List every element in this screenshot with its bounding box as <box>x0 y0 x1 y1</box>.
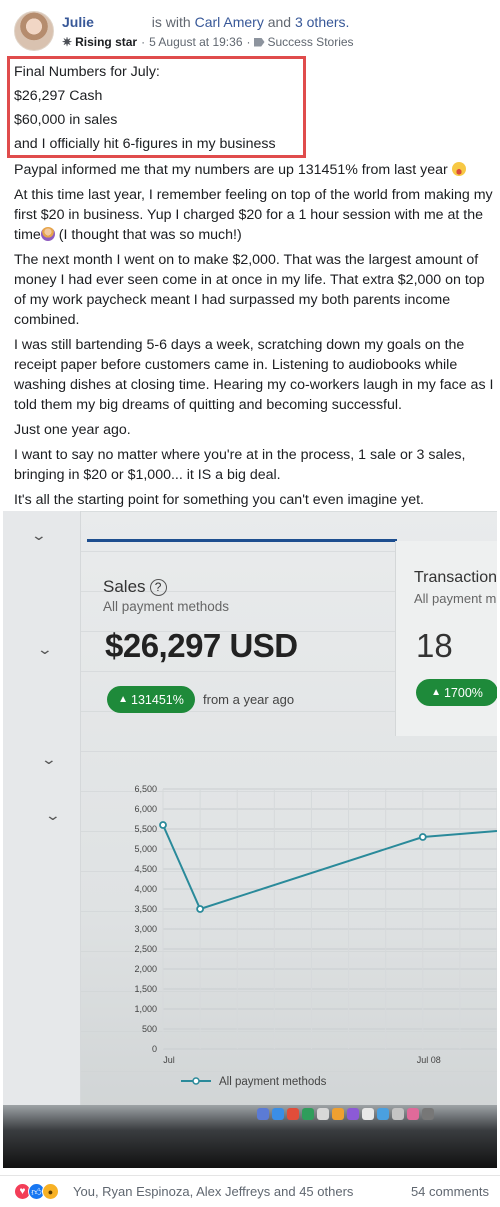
help-icon: ? <box>149 578 167 596</box>
sales-growth-value: 131451% <box>131 692 184 707</box>
star-burst-icon: ✷ <box>62 35 73 49</box>
tagged-person-link[interactable]: Carl Amery <box>195 14 264 30</box>
active-tab-rule <box>87 539 397 542</box>
post-line: $26,297 Cash <box>14 88 103 104</box>
y-tick-label: 3,500 <box>134 904 157 914</box>
chevron-down-icon: ⌄ <box>40 751 58 767</box>
y-tick-label: 6,500 <box>134 784 157 794</box>
paragraph-text: Paypal informed me that my numbers are u… <box>14 162 448 178</box>
dock-app-icon <box>287 1108 299 1120</box>
y-tick-label: 6,000 <box>134 804 157 814</box>
author-avatar[interactable] <box>14 11 54 51</box>
chevron-down-icon: ⌄ <box>44 807 62 823</box>
meta-separator: · <box>246 35 251 49</box>
data-point <box>418 833 427 841</box>
post-paragraph: I was still bartending 5-6 days a week, … <box>14 337 494 413</box>
rising-star-badge[interactable]: ✷ Rising star <box>62 35 137 49</box>
dock-app-icon <box>272 1108 284 1120</box>
post-line: Final Numbers for July: <box>14 64 160 80</box>
dock-app-icon <box>317 1108 329 1120</box>
legend-label: All payment methods <box>219 1076 327 1088</box>
y-tick-label: 5,000 <box>134 844 157 854</box>
sales-amount: $26,297 USD <box>105 627 298 664</box>
post-paragraph: It's all the starting point for somethin… <box>14 492 424 508</box>
with-text: is with <box>151 14 191 30</box>
reaction-icons[interactable]: ♥ 👍︎ ● <box>14 1183 59 1200</box>
badge-label: Rising star <box>75 35 138 49</box>
sales-growth-badge: ▲ 131451% <box>107 686 195 713</box>
post-paragraph: Just one year ago. <box>14 422 131 438</box>
post-paragraph: Paypal informed me that my numbers are u… <box>14 160 494 180</box>
chevron-down-icon: ⌄ <box>36 641 54 657</box>
transactions-growth-badge: ▲ 1700% <box>416 679 497 706</box>
y-tick-label: 1,000 <box>134 1004 157 1014</box>
tag-icon <box>253 37 265 47</box>
y-tick-label: 3,000 <box>134 924 157 934</box>
sales-subtitle: All payment methods <box>103 599 230 614</box>
sales-title: Sales ? <box>103 577 167 597</box>
dock-app-icon <box>392 1108 404 1120</box>
dock-app-icon <box>377 1108 389 1120</box>
person-emoji-icon <box>40 227 55 241</box>
dock-app-icon <box>257 1108 269 1120</box>
transactions-card: Transactions All payment m 18 ▲ 1700% <box>395 541 497 736</box>
author-name[interactable]: Julie <box>62 14 94 30</box>
sales-line-chart: 0 500 1,000 1,500 2,000 2,500 3,000 3,500 4,000 4… <box>134 784 497 1088</box>
post-paragraph: The next month I went on to make $2,000.… <box>14 252 485 328</box>
meta-separator: · <box>141 35 146 49</box>
others-link[interactable]: 3 others. <box>295 14 349 30</box>
transactions-subtitle: All payment m <box>414 591 497 606</box>
dock-app-icon <box>407 1108 419 1120</box>
chevron-down-icon: ⌄ <box>30 527 48 543</box>
up-arrow-icon: ▲ <box>431 687 441 698</box>
dock-app-icon <box>362 1108 374 1120</box>
dock-app-icon <box>332 1108 344 1120</box>
y-tick-label: 4,500 <box>134 864 157 874</box>
header-meta-line: ✷ Rising star · 5 August at 19:36 · Succ… <box>62 35 354 49</box>
transactions-growth-value: 1700% <box>443 685 483 700</box>
post-line: and I officially hit 6-figures in my bus… <box>14 136 276 152</box>
y-tick-label: 2,000 <box>134 964 157 974</box>
transactions-count: 18 <box>416 627 453 664</box>
screen-sidebar <box>3 511 81 1111</box>
transactions-label: Transactions <box>414 569 497 586</box>
post-body: Final Numbers for July: $26,297 Cash $60… <box>14 62 494 515</box>
paragraph-text: (I thought that was so much!) <box>54 227 242 243</box>
sales-label: Sales <box>103 577 146 596</box>
legend-marker <box>192 1077 200 1085</box>
post-photo[interactable]: ⌄ ⌄ ⌄ ⌄ Sales ? All payment methods $26,… <box>3 511 497 1168</box>
y-tick-label: 2,500 <box>134 944 157 954</box>
data-point <box>159 821 167 829</box>
series-line <box>162 824 424 911</box>
post-paragraph: At this time last year, I remember feeli… <box>14 185 494 245</box>
y-tick-label: 4,000 <box>134 884 157 894</box>
post-header: Julie is with Carl Amery and 3 others. ✷… <box>0 0 500 60</box>
post-footer: ♥ 👍︎ ● You, Ryan Espinoza, Alex Jeffreys… <box>0 1175 500 1207</box>
header-title-line: Julie is with Carl Amery and 3 others. <box>62 14 349 30</box>
up-arrow-icon: ▲ <box>118 694 129 705</box>
y-tick-label: 500 <box>142 1024 157 1034</box>
app-dock <box>257 1108 434 1120</box>
laughing-emoji-icon <box>451 162 466 176</box>
y-tick-label: 1,500 <box>134 984 157 994</box>
x-tick-label: Jul <box>163 1055 175 1065</box>
data-point <box>196 905 205 913</box>
y-tick-label: 5,500 <box>134 824 157 834</box>
and-text: and <box>267 14 292 30</box>
sales-comparison-text: from a year ago <box>203 692 295 707</box>
dock-app-icon <box>302 1108 314 1120</box>
post-line: $60,000 in sales <box>14 112 118 128</box>
comments-count-link[interactable]: 54 comments <box>411 1184 489 1199</box>
wow-icon: ● <box>42 1183 59 1200</box>
x-tick-label: Jul 08 <box>417 1055 441 1065</box>
dock-app-icon <box>422 1108 434 1120</box>
post-timestamp[interactable]: 5 August at 19:36 <box>149 35 242 49</box>
sales-card: Sales ? All payment methods $26,297 USD … <box>85 551 385 741</box>
reaction-summary[interactable]: You, Ryan Espinoza, Alex Jeffreys and 45… <box>73 1184 353 1199</box>
dock-app-icon <box>347 1108 359 1120</box>
post-paragraph: I want to say no matter where you're at … <box>14 447 466 483</box>
y-tick-label: 0 <box>152 1044 157 1054</box>
group-topic-link[interactable]: Success Stories <box>268 35 354 49</box>
